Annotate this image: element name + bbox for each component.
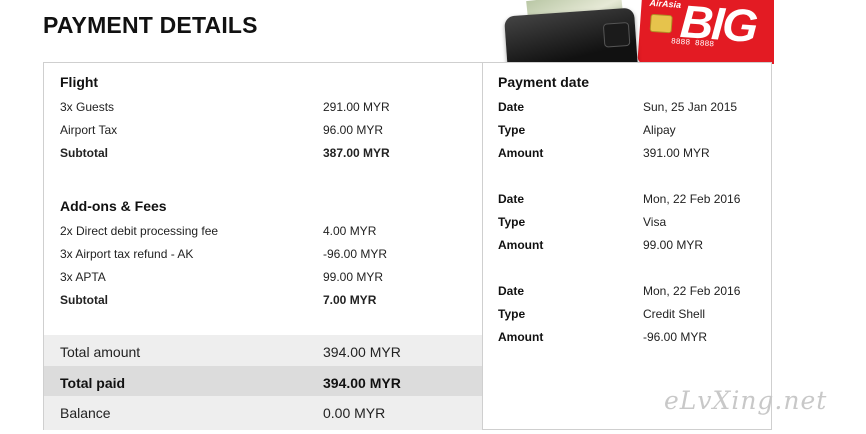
payment-date-row: Date Sun, 25 Jan 2015: [483, 100, 772, 120]
item-label: 3x APTA: [60, 270, 106, 284]
card-logo: AirAsia: [649, 0, 682, 10]
subtotal-label: Subtotal: [60, 293, 108, 307]
subtotal-label: Subtotal: [60, 146, 108, 160]
date-value: Mon, 22 Feb 2016: [643, 192, 741, 206]
addons-section-title: Add-ons & Fees: [60, 198, 167, 214]
total-paid-row: Total paid 394.00 MYR: [44, 366, 482, 400]
credit-card-icon: AirAsia BIG 8888 8888: [637, 0, 774, 64]
card-number: 8888 8888: [670, 37, 715, 50]
balance-label: Balance: [60, 405, 111, 421]
total-amount-row: Total amount 394.00 MYR: [44, 335, 482, 369]
addon-item: 2x Direct debit processing fee 4.00 MYR: [44, 224, 482, 244]
item-value: -96.00 MYR: [323, 247, 388, 261]
promo-banner: AirAsia BIG 8888 8888: [500, 0, 774, 64]
type-label: Type: [498, 307, 526, 321]
wallet-icon: [504, 7, 638, 64]
total-paid-value: 394.00 MYR: [323, 375, 401, 391]
payment-type-row: Type Credit Shell: [483, 307, 772, 327]
date-label: Date: [498, 192, 525, 206]
item-value: 291.00 MYR: [323, 100, 390, 114]
type-value: Credit Shell: [643, 307, 706, 321]
flight-item: 3x Guests 291.00 MYR: [44, 100, 482, 120]
type-label: Type: [498, 215, 526, 229]
item-label: Airport Tax: [60, 123, 118, 137]
item-value: 4.00 MYR: [323, 224, 377, 238]
item-value: 96.00 MYR: [323, 123, 384, 137]
amount-value: 391.00 MYR: [643, 146, 710, 160]
amount-label: Amount: [498, 238, 544, 252]
amount-label: Amount: [498, 330, 544, 344]
payment-type-row: Type Visa: [483, 215, 772, 235]
payment-date-row: Date Mon, 22 Feb 2016: [483, 284, 772, 304]
subtotal-value: 387.00 MYR: [323, 146, 390, 160]
date-value: Mon, 22 Feb 2016: [643, 284, 741, 298]
subtotal-value: 7.00 MYR: [323, 293, 377, 307]
addons-subtotal: Subtotal 7.00 MYR: [44, 293, 482, 313]
total-paid-label: Total paid: [60, 375, 126, 391]
payment-details-panel: Flight 3x Guests 291.00 MYR Airport Tax …: [43, 62, 772, 430]
watermark: eLvXing.net: [664, 386, 828, 415]
total-amount-value: 394.00 MYR: [323, 344, 401, 360]
payment-date-title: Payment date: [498, 74, 590, 90]
flight-section-title: Flight: [60, 74, 99, 90]
total-amount-label: Total amount: [60, 344, 141, 360]
flight-subtotal: Subtotal 387.00 MYR: [44, 146, 482, 166]
flight-item: Airport Tax 96.00 MYR: [44, 123, 482, 143]
page-title: PAYMENT DETAILS: [43, 12, 258, 38]
wallet-clasp-icon: [602, 21, 631, 48]
payment-type-row: Type Alipay: [483, 123, 772, 143]
payment-amount-row: Amount -96.00 MYR: [483, 330, 772, 350]
payment-amount-row: Amount 391.00 MYR: [483, 146, 772, 166]
addon-item: 3x Airport tax refund - AK -96.00 MYR: [44, 247, 482, 267]
addon-item: 3x APTA 99.00 MYR: [44, 270, 482, 290]
item-label: 3x Guests: [60, 100, 115, 114]
type-value: Alipay: [643, 123, 676, 137]
amount-value: 99.00 MYR: [643, 238, 704, 252]
payment-date-row: Date Mon, 22 Feb 2016: [483, 192, 772, 212]
card-chip-icon: [649, 13, 673, 34]
balance-row: Balance 0.00 MYR: [44, 396, 482, 430]
date-value: Sun, 25 Jan 2015: [643, 100, 738, 114]
item-value: 99.00 MYR: [323, 270, 384, 284]
payment-amount-row: Amount 99.00 MYR: [483, 238, 772, 258]
type-value: Visa: [643, 215, 667, 229]
item-label: 3x Airport tax refund - AK: [60, 247, 194, 261]
item-label: 2x Direct debit processing fee: [60, 224, 219, 238]
type-label: Type: [498, 123, 526, 137]
date-label: Date: [498, 284, 525, 298]
amount-value: -96.00 MYR: [643, 330, 708, 344]
amount-label: Amount: [498, 146, 544, 160]
date-label: Date: [498, 100, 525, 114]
balance-value: 0.00 MYR: [323, 405, 386, 421]
